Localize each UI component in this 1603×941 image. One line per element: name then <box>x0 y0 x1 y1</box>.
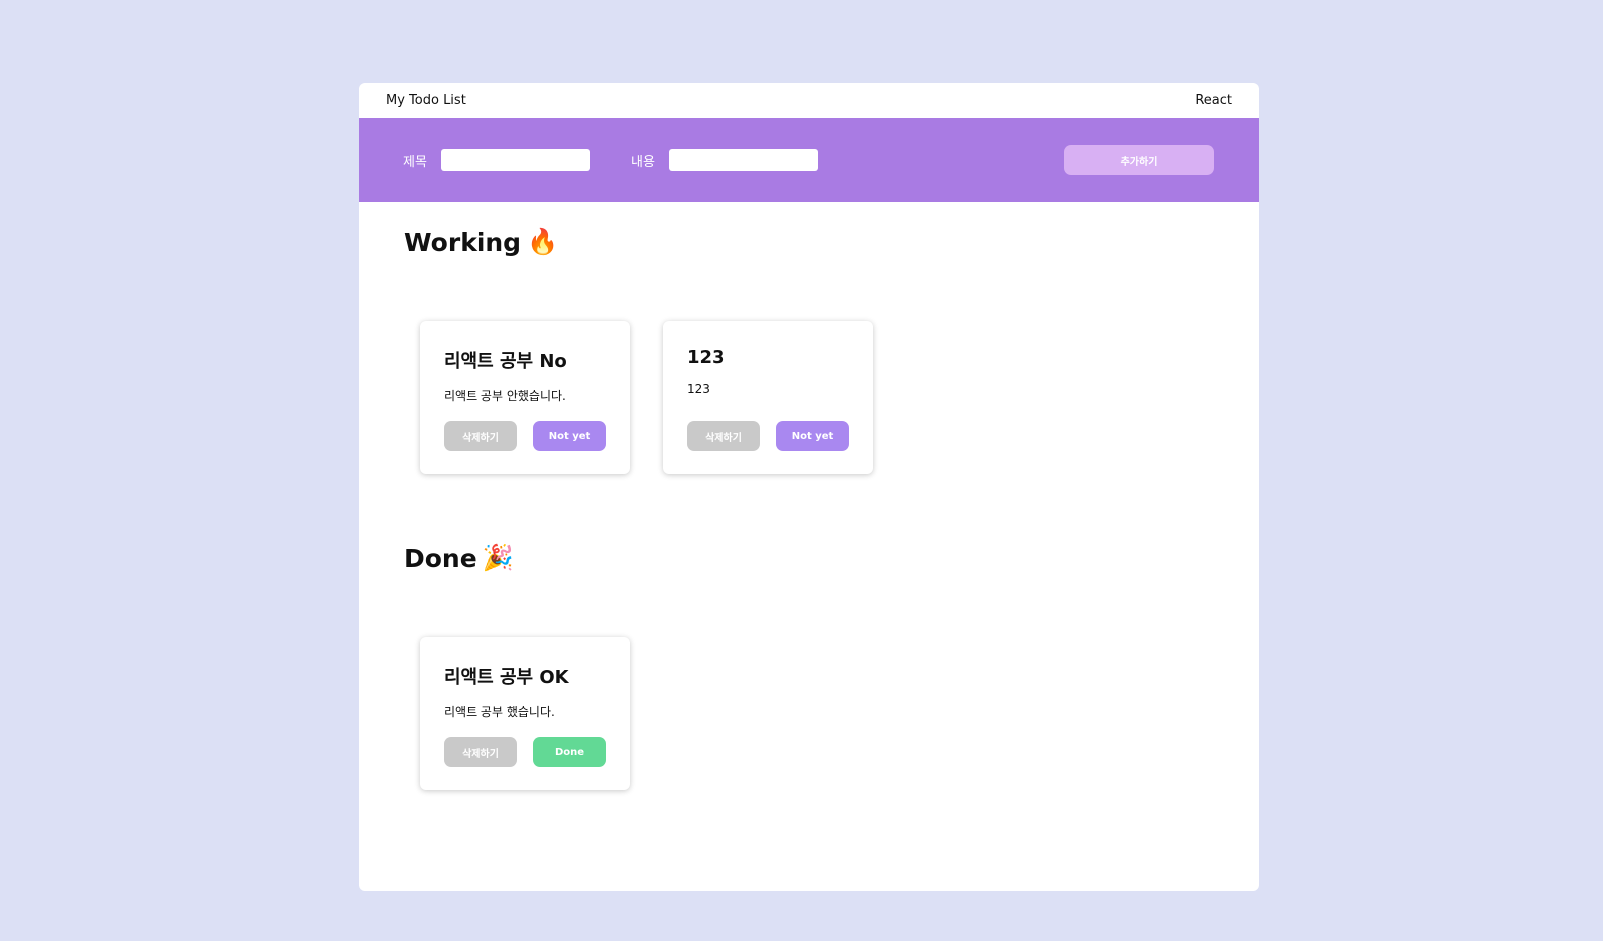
todo-card-body: 123 <box>687 382 710 396</box>
todo-card: 123 123 삭제하기 Not yet <box>663 321 873 474</box>
todo-card-actions: 삭제하기 Done <box>444 737 606 767</box>
todo-card: 리액트 공부 OK 리액트 공부 했습니다. 삭제하기 Done <box>420 637 630 790</box>
todo-card-actions: 삭제하기 Not yet <box>687 421 849 451</box>
todo-card-actions: 삭제하기 Not yet <box>444 421 606 451</box>
party-popper-icon: 🎉 <box>482 543 514 572</box>
todo-card-body: 리액트 공부 안했습니다. <box>444 389 566 403</box>
done-button[interactable]: Done <box>533 737 606 767</box>
todo-card: 리액트 공부 No 리액트 공부 안했습니다. 삭제하기 Not yet <box>420 321 630 474</box>
add-todo-button[interactable]: 추가하기 <box>1064 145 1214 175</box>
app-header: My Todo List React <box>359 83 1259 118</box>
fire-icon: 🔥 <box>527 227 559 256</box>
done-heading: Done 🎉 <box>404 543 514 573</box>
content-input[interactable] <box>669 149 818 171</box>
title-input[interactable] <box>441 149 590 171</box>
working-heading-text: Working <box>404 227 522 257</box>
title-label: 제목 <box>403 154 427 170</box>
done-heading-text: Done <box>404 543 477 573</box>
framework-label: React <box>1195 93 1232 108</box>
todo-app: My Todo List React 제목 내용 추가하기 Working 🔥 … <box>359 83 1259 891</box>
delete-button[interactable]: 삭제하기 <box>444 421 517 451</box>
app-title: My Todo List <box>386 93 466 108</box>
todo-card-title: 리액트 공부 No <box>444 351 567 372</box>
todo-card-title: 리액트 공부 OK <box>444 667 569 688</box>
not-yet-button[interactable]: Not yet <box>776 421 849 451</box>
working-heading: Working 🔥 <box>404 227 558 257</box>
add-todo-form: 제목 내용 추가하기 <box>359 118 1259 202</box>
todo-card-title: 123 <box>687 347 725 368</box>
delete-button[interactable]: 삭제하기 <box>687 421 760 451</box>
content-label: 내용 <box>631 154 655 170</box>
todo-card-body: 리액트 공부 했습니다. <box>444 705 555 719</box>
delete-button[interactable]: 삭제하기 <box>444 737 517 767</box>
not-yet-button[interactable]: Not yet <box>533 421 606 451</box>
